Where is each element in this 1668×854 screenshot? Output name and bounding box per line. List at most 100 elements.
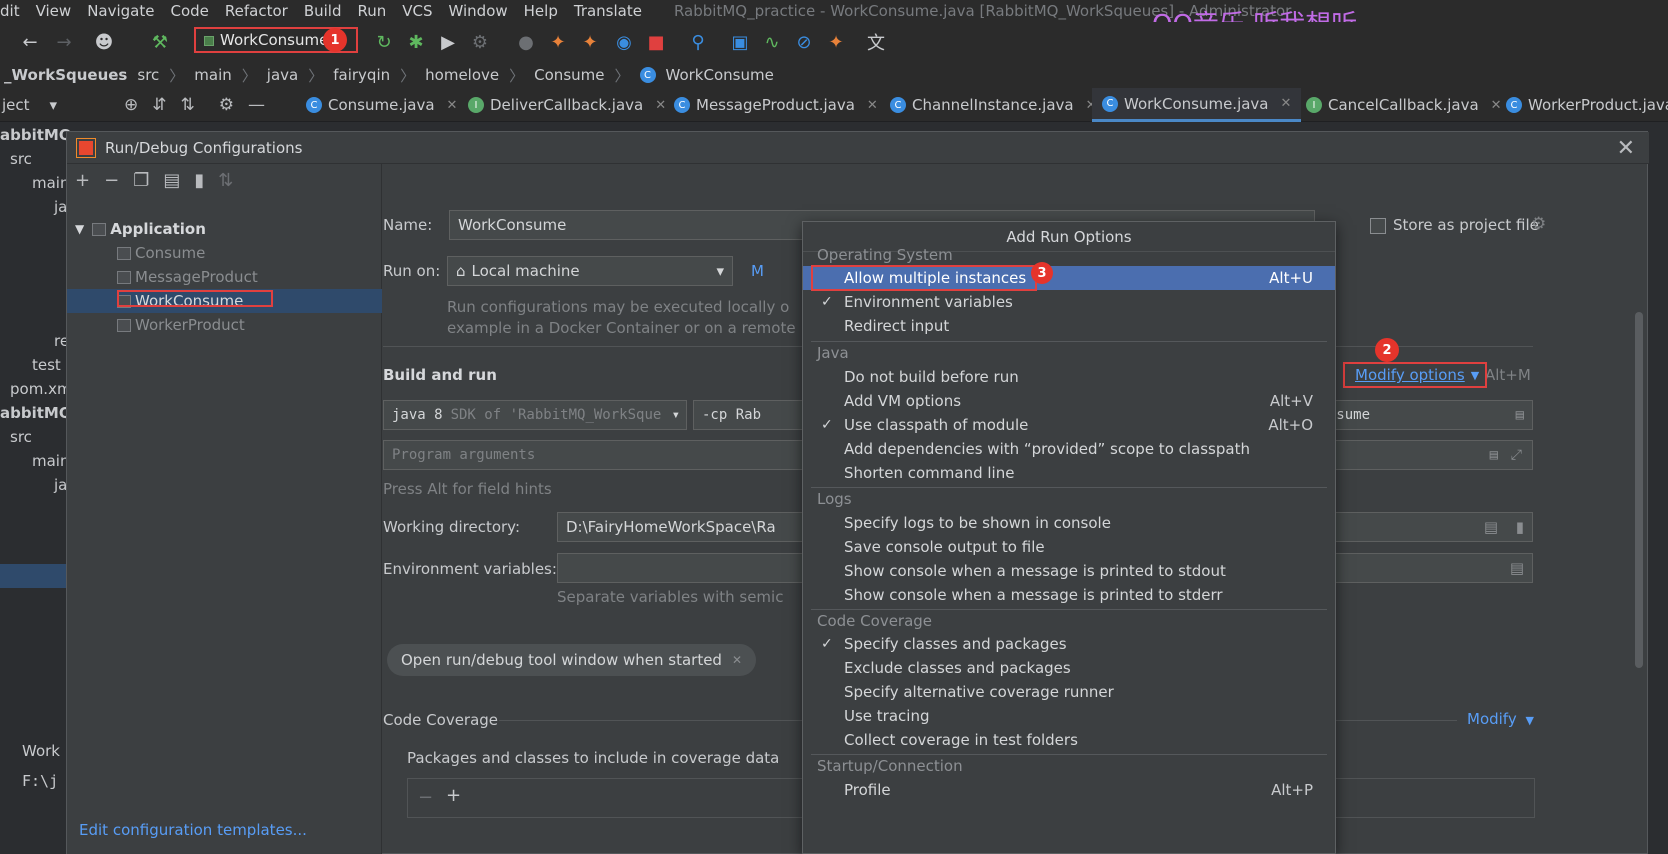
user-dropdown-icon[interactable]: ☻ (92, 30, 116, 54)
compass-icon[interactable]: ◉ (612, 30, 636, 54)
menu-view[interactable]: View (36, 2, 72, 20)
option-environment-variables[interactable]: ✓ Environment variables (803, 290, 1335, 314)
attach-icon[interactable]: ● (514, 30, 538, 54)
option-profile[interactable]: Profile Alt+P (803, 778, 1335, 802)
folder-add-icon[interactable]: ▮ (194, 170, 204, 191)
run-on-select[interactable]: ⌂ Local machine ▾ (447, 256, 733, 286)
chart-icon[interactable]: ∿ (760, 30, 784, 54)
run-panel-tab[interactable]: Work (22, 742, 60, 760)
stop-icon[interactable]: ■ (644, 30, 668, 54)
tree-node[interactable]: test (32, 356, 61, 374)
copy-icon[interactable]: ❐ (133, 170, 149, 191)
breadcrumb-item[interactable]: java (267, 66, 298, 84)
option-specify-logs[interactable]: Specify logs to be shown in console (803, 511, 1335, 535)
edit-templates-link[interactable]: Edit configuration templates... (79, 821, 307, 839)
search-everywhere-icon[interactable]: ⚲ (686, 30, 710, 54)
tree-node[interactable]: abbitMQ (0, 126, 72, 144)
tab-messageproduct[interactable]: C MessageProduct.java ✕ (674, 88, 878, 122)
tab-channelinstance[interactable]: C ChannelInstance.java ✕ (890, 88, 1097, 122)
tree-application[interactable]: ▼ Application (75, 217, 206, 241)
browse-icon[interactable]: ▤ (1484, 518, 1498, 536)
plugin-icon-2[interactable]: ✦ (578, 30, 602, 54)
menu-translate[interactable]: Translate (574, 2, 642, 20)
option-add-vm-options[interactable]: Add VM options Alt+V (803, 389, 1335, 413)
option-add-provided-deps[interactable]: Add dependencies with “provided” scope t… (803, 437, 1335, 461)
menu-build[interactable]: Build (304, 2, 342, 20)
menu-navigate[interactable]: Navigate (87, 2, 154, 20)
manage-targets-link[interactable]: M (751, 262, 764, 280)
close-icon[interactable]: ✕ (867, 98, 878, 113)
option-do-not-build[interactable]: Do not build before run (803, 365, 1335, 389)
save-icon[interactable]: ▤ (163, 170, 180, 191)
tree-node[interactable]: pom.xm (10, 380, 72, 398)
jre-select[interactable]: java 8 SDK of 'RabbitMQ_WorkSque ▾ (383, 400, 687, 430)
browse-icon[interactable]: ▤ (1516, 407, 1524, 423)
back-arrow-icon[interactable]: ← (18, 30, 42, 54)
add-icon[interactable]: + (75, 170, 90, 191)
tab-consume[interactable]: C Consume.java ✕ (306, 88, 457, 122)
breadcrumb-item[interactable]: main (194, 66, 231, 84)
option-use-classpath[interactable]: ✓ Use classpath of module Alt+O (803, 413, 1335, 437)
translate-icon[interactable]: 文 (864, 30, 888, 54)
menu-edit[interactable]: dit (0, 2, 20, 20)
tree-node[interactable]: src (10, 150, 32, 168)
project-view-selector[interactable]: ject ▾ (0, 88, 57, 122)
option-show-console-stderr[interactable]: Show console when a message is printed t… (803, 583, 1335, 607)
tree-node[interactable]: src (10, 428, 32, 446)
option-collect-test-coverage[interactable]: Collect coverage in test folders (803, 728, 1335, 752)
close-icon[interactable]: ✕ (655, 98, 666, 113)
tree-node[interactable]: abbitMQ (0, 404, 72, 422)
form-scrollbar[interactable] (1635, 312, 1643, 668)
run-icon[interactable]: ↻ (372, 30, 396, 54)
menu-code[interactable]: Code (170, 2, 208, 20)
tree-item-consume[interactable]: Consume (117, 241, 205, 265)
plugin-icon-1[interactable]: ✦ (546, 30, 570, 54)
store-project-label[interactable]: Store as project file (1393, 216, 1539, 234)
minimize-icon[interactable]: — (248, 95, 265, 115)
breadcrumb-item[interactable]: fairyqin (333, 66, 390, 84)
close-icon[interactable]: ✕ (1617, 136, 1635, 161)
modify-options-button[interactable]: Modify options ▼ (1343, 362, 1487, 388)
option-exclude-classes[interactable]: Exclude classes and packages (803, 656, 1335, 680)
forward-arrow-icon[interactable]: → (52, 30, 76, 54)
store-project-checkbox[interactable] (1370, 218, 1386, 234)
option-shorten-command-line[interactable]: Shorten command line (803, 461, 1335, 485)
browse-icon[interactable]: ▤ (1510, 559, 1524, 577)
add-icon[interactable]: + (446, 785, 461, 806)
build-hammer-icon[interactable]: ⚒ (148, 30, 172, 54)
breadcrumb-item[interactable]: homelove (425, 66, 499, 84)
close-icon[interactable]: ✕ (447, 98, 458, 113)
option-use-tracing[interactable]: Use tracing (803, 704, 1335, 728)
tab-workconsume[interactable]: C WorkConsume.java ✕ (1092, 88, 1302, 122)
tab-delivercallback[interactable]: I DeliverCallback.java ✕ (468, 88, 666, 122)
sort-icon[interactable]: ⇅ (218, 170, 233, 191)
menu-window[interactable]: Window (449, 2, 508, 20)
breadcrumb-item[interactable]: WorkConsume (666, 66, 774, 84)
menu-run[interactable]: Run (357, 2, 386, 20)
close-icon[interactable]: ✕ (732, 653, 742, 667)
menu-help[interactable]: Help (524, 2, 558, 20)
tree-item-messageproduct[interactable]: MessageProduct (117, 265, 258, 289)
breadcrumb-item[interactable]: _WorkSqueues (4, 66, 127, 84)
option-save-console-output[interactable]: Save console output to file (803, 535, 1335, 559)
browse-icon[interactable]: ▤ (1490, 447, 1498, 463)
menu-refactor[interactable]: Refactor (225, 2, 288, 20)
breadcrumb-item[interactable]: src (137, 66, 159, 84)
remove-icon[interactable]: − (418, 787, 433, 808)
expand-icon[interactable]: ⤢ (1511, 447, 1522, 463)
run-coverage-icon[interactable]: ▶ (436, 30, 460, 54)
remove-icon[interactable]: − (104, 170, 119, 191)
tree-item-workerproduct[interactable]: WorkerProduct (117, 313, 245, 337)
tab-cancelcallback[interactable]: I CancelCallback.java ✕ (1306, 88, 1502, 122)
profile-icon[interactable]: ⚙ (468, 30, 492, 54)
tree-node[interactable]: main (32, 174, 69, 192)
close-icon[interactable]: ✕ (1281, 96, 1292, 111)
close-icon[interactable]: ✕ (1491, 98, 1502, 113)
open-tool-window-chip[interactable]: Open run/debug tool window when started … (387, 644, 757, 676)
collapse-all-icon[interactable]: ⇅ (181, 95, 195, 115)
tab-workerproduct[interactable]: C WorkerProduct.java (1506, 88, 1668, 122)
plugin-icon-3[interactable]: ✦ (824, 30, 848, 54)
gear-icon[interactable]: ⚙ (1531, 214, 1546, 234)
screen-icon[interactable]: ▣ (728, 30, 752, 54)
option-show-console-stdout[interactable]: Show console when a message is printed t… (803, 559, 1335, 583)
